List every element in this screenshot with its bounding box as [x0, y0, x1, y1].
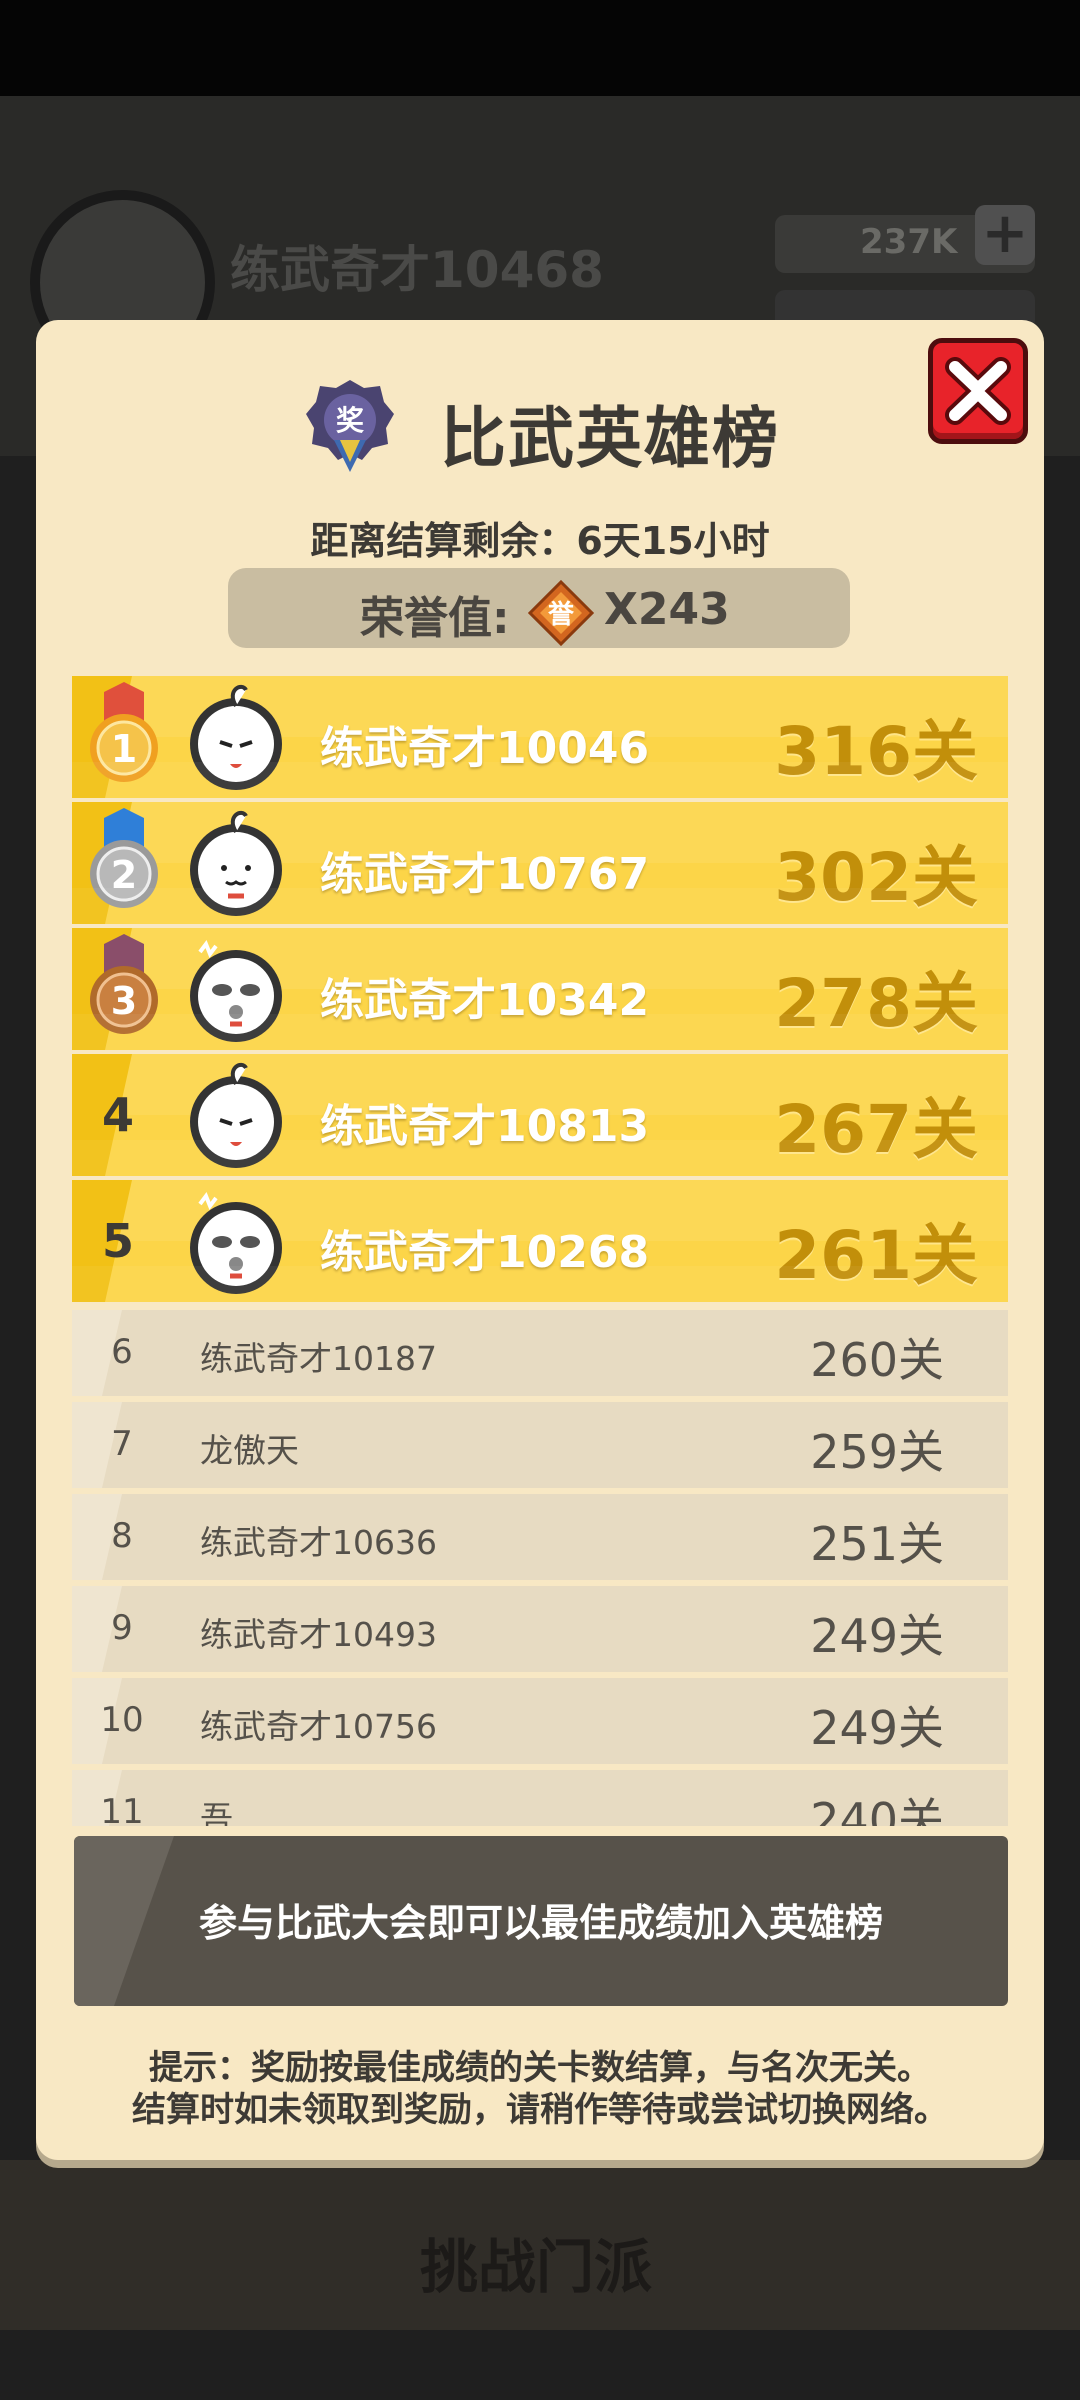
leaderboard-row-4: 4 练武奇才10813 267关: [72, 1054, 1008, 1176]
gold-medal-icon: 1: [90, 682, 158, 782]
player-name: 练武奇才10046: [320, 723, 650, 774]
player-name: 练武奇才10767: [320, 849, 650, 900]
player-score: 251关: [810, 1517, 944, 1571]
info-panel: 参与比武大会即可以最佳成绩加入英雄榜: [74, 1836, 1008, 2006]
player-score: 278关: [774, 965, 978, 1042]
player-name: 练武奇才10636: [200, 1523, 437, 1562]
rank-number: 11: [100, 1792, 144, 1826]
rank-number: 10: [100, 1700, 144, 1740]
rank-number: 8: [111, 1516, 133, 1556]
player-score: 302关: [774, 839, 978, 916]
tip-line-2: 结算时如未领取到奖励，请稍作等待或尝试切换网络。: [132, 2090, 948, 2130]
svg-text:2: 2: [111, 853, 137, 897]
modal-title: 比武英雄榜: [440, 400, 780, 477]
player-score: 249关: [810, 1701, 944, 1755]
player-name: 龙傲天: [200, 1431, 299, 1470]
player-name: 吾: [200, 1799, 233, 1826]
leaderboard-row-8: 8 练武奇才10636 251关: [72, 1494, 1008, 1580]
rank-number: 6: [111, 1332, 133, 1372]
status-bar: [0, 0, 1080, 96]
background-coin-value: 237K: [860, 222, 958, 262]
leaderboard-row-1: 1 练武奇才10046 316关: [72, 676, 1008, 798]
rank-number: 4: [101, 1088, 134, 1142]
player-avatar: [190, 1191, 282, 1294]
player-score: 267关: [774, 1091, 978, 1168]
leaderboard-list[interactable]: 1 练武奇才10046 316关 2 练武奇才10767 302关 3 练武奇才…: [72, 676, 1008, 1826]
player-avatar: [190, 939, 282, 1042]
player-score: 259关: [810, 1425, 944, 1479]
background-add-coin-icon: +: [975, 205, 1035, 265]
player-score: 249关: [810, 1609, 944, 1663]
leaderboard-row-7: 7 龙傲天 259关: [72, 1402, 1008, 1488]
background-challenge-button: 挑战门派: [420, 2233, 653, 2301]
player-score: 240关: [810, 1793, 944, 1826]
honor-token-icon: 誉: [528, 580, 594, 646]
player-score: 316关: [774, 713, 978, 790]
svg-text:奖: 奖: [336, 404, 364, 437]
rank-number: 7: [111, 1424, 133, 1464]
leaderboard-row-2: 2 练武奇才10767 302关: [72, 802, 1008, 924]
rank-number: 9: [111, 1608, 133, 1648]
player-avatar: [190, 1062, 282, 1168]
player-name: 练武奇才10187: [200, 1339, 437, 1378]
player-name: 练武奇才10268: [320, 1227, 650, 1278]
leaderboard-row-3: 3 练武奇才10342 278关: [72, 928, 1008, 1050]
leaderboard-row-10: 10 练武奇才10756 249关: [72, 1678, 1008, 1764]
rank-number: 5: [101, 1214, 134, 1268]
bronze-medal-icon: 3: [90, 934, 158, 1034]
leaderboard-row-9: 9 练武奇才10493 249关: [72, 1586, 1008, 1672]
silver-medal-icon: 2: [90, 808, 158, 908]
player-avatar: [190, 684, 282, 790]
player-name: 练武奇才10813: [320, 1101, 650, 1152]
leaderboard-row-5: 5 练武奇才10268 261关: [72, 1180, 1008, 1302]
svg-text:1: 1: [111, 727, 137, 771]
honor-label: 荣誉值:: [360, 593, 510, 644]
leaderboard-row-6: 6 练武奇才10187 260关: [72, 1310, 1008, 1396]
award-badge-icon: 奖: [306, 380, 394, 472]
close-icon: [945, 357, 1011, 425]
close-button[interactable]: [928, 338, 1028, 444]
player-name: 练武奇才10342: [320, 975, 650, 1026]
leaderboard-row-11: 11 吾 240关: [72, 1770, 1008, 1826]
player-score: 260关: [810, 1333, 944, 1387]
player-avatar: [190, 810, 282, 916]
svg-text:誉: 誉: [548, 600, 575, 630]
background-player-name: 练武奇才10468: [230, 241, 604, 299]
player-name: 练武奇才10756: [200, 1707, 437, 1746]
settlement-countdown: 距离结算剩余：6天15小时: [310, 519, 770, 563]
info-text: 参与比武大会即可以最佳成绩加入英雄榜: [198, 1901, 883, 1945]
player-name: 练武奇才10493: [200, 1615, 437, 1654]
player-score: 261关: [774, 1217, 978, 1294]
honor-value: X243: [604, 584, 730, 635]
svg-text:3: 3: [111, 979, 137, 1023]
